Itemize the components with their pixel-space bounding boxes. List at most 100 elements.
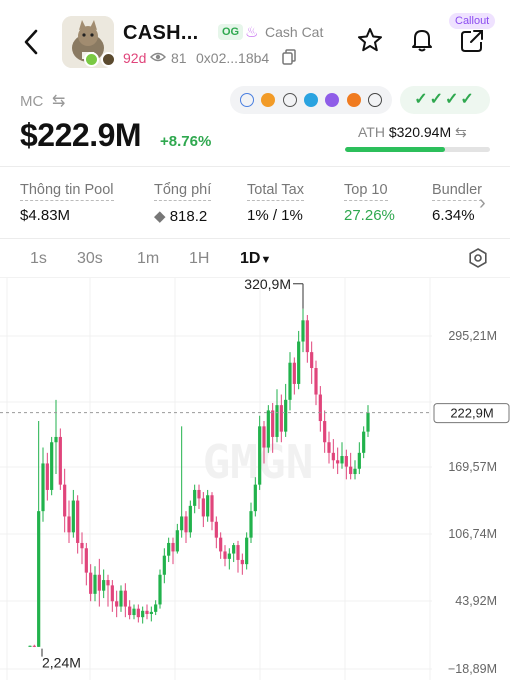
stat-top10[interactable]: Top 10 27.26% — [344, 181, 395, 224]
top-bar: CASH... OG ♨ Cash Cat 92d 81 0x02...18b4… — [0, 0, 510, 86]
candle-body — [331, 452, 335, 461]
candle-body — [102, 580, 106, 591]
candle-body — [41, 463, 45, 512]
candlestick-chart[interactable]: GMGN 222,9M 295,21M 169,57M 106,74M 43,92M −18… — [0, 276, 510, 680]
candle-body — [305, 320, 309, 353]
candle-body — [58, 436, 62, 485]
candle-body — [336, 460, 340, 464]
candle-body — [362, 431, 366, 453]
chevron-right-icon[interactable]: › — [479, 192, 486, 215]
copy-icon[interactable] — [282, 49, 296, 65]
market-cap-change: +8.76% — [160, 133, 212, 150]
candle-body — [275, 405, 279, 437]
candle-body — [93, 574, 97, 594]
candle-body — [323, 421, 327, 443]
watermark: GMGN — [203, 435, 314, 489]
candle-body — [136, 608, 140, 618]
share-icon[interactable] — [458, 27, 486, 55]
stat-pool[interactable]: Thông tin Pool $4.83M — [20, 181, 114, 224]
stat-fees[interactable]: Tổng phí ◆ 818.2 — [154, 181, 212, 225]
candle-body — [76, 500, 80, 543]
candle-body — [353, 468, 357, 475]
security-checks[interactable]: ✓✓✓✓ — [400, 86, 490, 114]
caret-down-icon: ▼ — [260, 254, 272, 266]
candle-body — [28, 645, 32, 647]
candle-body — [223, 551, 227, 559]
current-price-label: 222,9M — [450, 406, 493, 421]
candle-body — [258, 426, 262, 485]
back-icon[interactable] — [20, 26, 44, 58]
candle-body — [154, 604, 158, 612]
eth-icon: ◆ — [154, 208, 166, 225]
globe-icon[interactable] — [282, 93, 297, 107]
candle-body — [184, 516, 188, 533]
divider — [0, 238, 510, 239]
candle-body — [344, 456, 348, 467]
medal-icon[interactable] — [325, 93, 340, 107]
token-name[interactable]: CASH... — [123, 22, 198, 45]
candle-body — [162, 555, 166, 575]
social-links-bar[interactable] — [230, 86, 392, 114]
swap-icon[interactable]: ⇆ — [455, 124, 467, 140]
candle-body — [149, 611, 153, 614]
ath-info: ATH $320.94M ⇆ — [358, 124, 467, 141]
candle-body — [175, 530, 179, 552]
candle-body — [214, 521, 218, 538]
timeframe-1h[interactable]: 1H — [189, 250, 209, 268]
fox-icon[interactable] — [346, 93, 361, 107]
stat-value: $4.83M — [20, 207, 71, 224]
stat-tax[interactable]: Total Tax 1% / 1% — [247, 181, 304, 224]
stat-label: Thông tin Pool — [20, 182, 114, 201]
candle-body — [119, 590, 123, 607]
candle-body — [63, 484, 67, 517]
ath-label: ATH — [358, 124, 385, 140]
user-icon[interactable] — [239, 93, 254, 107]
candle-body — [340, 456, 344, 464]
swap-icon[interactable]: ⇆ — [52, 91, 65, 111]
y-tick-label: 106,74M — [448, 527, 497, 541]
candle-body — [357, 452, 361, 469]
candle-body — [132, 608, 136, 616]
candle-body — [219, 537, 223, 552]
candle-body — [32, 645, 36, 647]
timeframe-1m[interactable]: 1m — [137, 250, 159, 268]
candle-body — [249, 511, 253, 538]
timeframe-1d[interactable]: 1D▼ — [240, 250, 271, 268]
token-fullname: Cash Cat — [265, 24, 324, 40]
candle-body — [128, 606, 132, 616]
gear-icon[interactable] — [467, 247, 489, 269]
view-count: 81 — [171, 50, 187, 66]
star-icon[interactable] — [356, 26, 384, 54]
candle-body — [288, 362, 292, 400]
candle-body — [106, 580, 110, 586]
eye-icon — [150, 50, 166, 67]
flame-icon: ♨ — [245, 24, 259, 41]
token-age: 92d — [123, 50, 147, 66]
stat-value: 27.26% — [344, 207, 395, 224]
leaf-badge-icon — [84, 52, 99, 67]
candle-body — [240, 559, 244, 565]
contract-address[interactable]: 0x02...18b4 — [196, 50, 269, 66]
ath-value: $320.94M — [388, 124, 452, 140]
y-tick-label: 295,21M — [448, 329, 497, 343]
stat-bundler[interactable]: Bundler 6.34% — [432, 181, 486, 224]
price-chart[interactable]: GMGN 222,9M 295,21M 169,57M 106,74M 43,92M −18… — [0, 276, 510, 680]
timeframe-30s[interactable]: 30s — [77, 250, 103, 268]
candle-body — [80, 542, 84, 549]
candle-body — [197, 489, 201, 499]
candle-body — [297, 341, 301, 384]
candle-body — [310, 352, 314, 369]
candle-body — [236, 545, 240, 560]
candle-body — [318, 394, 322, 422]
warning-icon[interactable] — [261, 93, 276, 107]
bell-icon[interactable] — [408, 26, 436, 54]
candle-body — [37, 511, 41, 647]
stat-label: Bundler — [432, 182, 482, 201]
candle-body — [97, 574, 101, 591]
candle-body — [145, 610, 149, 614]
candle-body — [54, 436, 58, 443]
telegram-icon[interactable] — [303, 93, 318, 107]
timeframe-1s[interactable]: 1s — [30, 250, 47, 268]
high-label: 320,9M — [244, 278, 291, 292]
search-icon[interactable] — [368, 93, 383, 107]
